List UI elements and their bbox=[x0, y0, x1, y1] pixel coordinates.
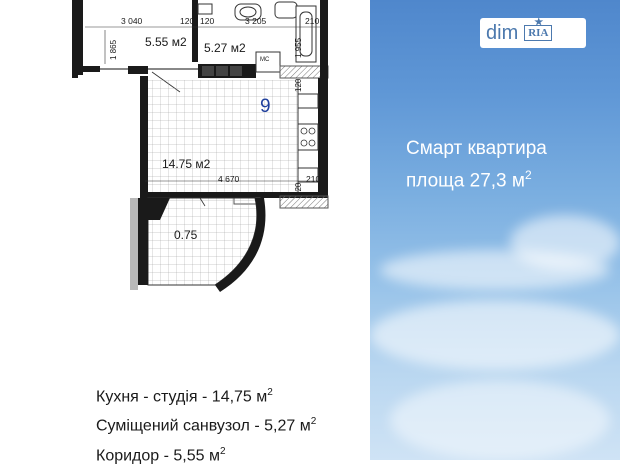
sky-panel bbox=[370, 0, 620, 460]
corridor-area-label: 5.55 м2 bbox=[145, 35, 187, 49]
dimension-wall-b: 120 bbox=[200, 16, 214, 26]
dimension-wall-c: 210 bbox=[305, 16, 319, 26]
dimension-wall-a: 120 bbox=[180, 16, 194, 26]
legend-corridor: Коридор - 5,55 м2 bbox=[96, 445, 226, 464]
watermark-dim-text: dim bbox=[486, 21, 519, 44]
dimension-corridor-depth: 1 865 bbox=[109, 39, 118, 60]
dimension-wall-f: 210 bbox=[306, 174, 320, 184]
cloud-shape bbox=[370, 300, 620, 370]
dimension-bath-depth: 1 955 bbox=[294, 37, 303, 58]
promo-line-2: площа 27,3 м2 bbox=[406, 168, 532, 192]
promo-line-1: Смарт квартира bbox=[406, 138, 547, 159]
area-legend: Кухня - студія - 14,75 м2 Суміщений санв… bbox=[96, 380, 316, 468]
apartment-number: 9 bbox=[260, 96, 271, 117]
dimension-corridor-width: 3 040 bbox=[121, 16, 143, 26]
watermark-ria-badge: ★ RIA bbox=[524, 17, 553, 41]
dimension-wall-e: 120 bbox=[294, 182, 303, 196]
balcony-room bbox=[130, 197, 266, 292]
star-icon: ★ bbox=[534, 17, 544, 28]
dimension-wall-d: 120 bbox=[294, 78, 303, 92]
bathroom-room bbox=[192, 0, 329, 79]
legend-bath: Суміщений санвузол - 5,27 м2 bbox=[96, 416, 317, 435]
dimension-bath-width: 3 205 bbox=[245, 16, 267, 26]
watermark-ria-text: RIA bbox=[528, 27, 549, 39]
cloud-shape bbox=[390, 380, 610, 460]
ms-label: МС bbox=[260, 57, 270, 63]
cloud-shape bbox=[510, 215, 620, 270]
bath-area-label: 5.27 м2 bbox=[204, 41, 246, 55]
dimension-kitchen-width: 4 670 bbox=[218, 174, 240, 184]
dimria-watermark: dim ★ RIA bbox=[480, 17, 586, 48]
legend-kitchen: Кухня - студія - 14,75 м2 bbox=[96, 387, 273, 406]
promo-text: Смарт квартира площа 27,3 м2 bbox=[406, 136, 547, 194]
balcony-area-label: 0.75 bbox=[174, 228, 198, 242]
kitchen-area-label: 14.75 м2 bbox=[162, 157, 211, 171]
